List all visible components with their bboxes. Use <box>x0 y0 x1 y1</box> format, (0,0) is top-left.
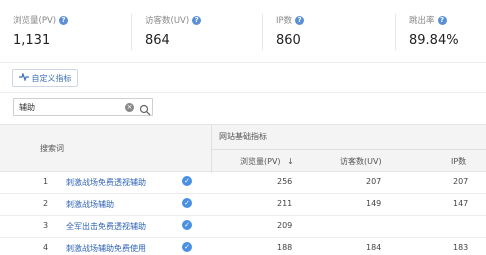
cell-uv: 149 <box>366 199 382 208</box>
divider <box>131 14 132 50</box>
table-row: 1 刺激战场免费透视辅助 ✓ 256 207 207 <box>0 172 486 194</box>
table-row: 4 刺激战场辅助免费使用 ✓ 188 184 183 <box>0 238 486 255</box>
table-header: 搜索词 网站基础指标 浏览量(PV) ↓ 访客数(UV) IP数 <box>0 124 486 173</box>
metric-label: 跳出率 <box>409 16 435 26</box>
divider <box>0 92 486 93</box>
metric-value: 864 <box>145 33 170 48</box>
group-header: 网站基础指标 <box>219 132 267 141</box>
column-pv[interactable]: 浏览量(PV) ↓ <box>240 156 294 167</box>
metric-bounce-rate: 跳出率? 89.84% <box>409 14 459 48</box>
row-index: 4 <box>43 243 49 252</box>
row-index: 1 <box>43 177 49 186</box>
divider <box>211 149 486 150</box>
cell-ip: 147 <box>453 199 469 208</box>
keyword-link[interactable]: 全军出击免费透视辅助 <box>66 221 146 232</box>
divider <box>0 62 486 63</box>
divider <box>395 14 396 50</box>
cell-uv: 184 <box>366 243 382 252</box>
keyword-link[interactable]: 刺激战场辅助 <box>66 199 114 210</box>
cell-pv: 209 <box>277 221 293 230</box>
custom-metrics-button[interactable]: 自定义指标 <box>12 69 78 87</box>
cell-pv: 211 <box>277 199 293 208</box>
help-icon[interactable]: ? <box>59 15 69 25</box>
metric-label: IP数 <box>276 16 293 26</box>
column-keyword: 搜索词 <box>40 144 64 153</box>
cell-ip: 183 <box>453 243 469 252</box>
keyword-link[interactable]: 刺激战场辅助免费使用 <box>66 243 146 254</box>
metrics-summary: 浏览量(PV)? 1,131 访客数(UV)? 864 IP数? 860 跳出率… <box>0 0 486 64</box>
pulse-icon <box>18 71 29 84</box>
column-ip[interactable]: IP数 <box>451 156 466 167</box>
check-icon: ✓ <box>182 242 192 252</box>
divider <box>262 14 263 50</box>
help-icon[interactable]: ? <box>295 15 305 25</box>
search-input[interactable]: 辅助 × <box>13 98 153 116</box>
table-row: 3 全军出击免费透视辅助 ✓ 209 <box>0 216 486 238</box>
search-icon[interactable] <box>139 101 151 116</box>
cell-pv: 256 <box>277 177 293 186</box>
metric-value: 860 <box>276 33 301 48</box>
metric-label: 访客数(UV) <box>145 16 190 26</box>
column-pv-label: 浏览量(PV) <box>240 157 281 166</box>
clear-icon[interactable]: × <box>125 103 134 112</box>
metric-pv: 浏览量(PV)? 1,131 <box>13 14 69 48</box>
metric-label: 浏览量(PV) <box>13 16 57 26</box>
metric-value: 1,131 <box>13 33 51 48</box>
check-icon: ✓ <box>182 176 192 186</box>
metric-uv: 访客数(UV)? 864 <box>145 14 202 48</box>
column-uv[interactable]: 访客数(UV) <box>340 156 382 167</box>
custom-metrics-label: 自定义指标 <box>31 73 72 83</box>
search-value[interactable]: 辅助 <box>19 102 35 113</box>
row-index: 2 <box>43 199 49 208</box>
help-icon[interactable]: ? <box>437 15 447 25</box>
row-index: 3 <box>43 221 49 230</box>
cell-pv: 188 <box>277 243 293 252</box>
sort-desc-icon[interactable]: ↓ <box>287 157 294 166</box>
cell-uv: 207 <box>366 177 382 186</box>
check-icon: ✓ <box>182 220 192 230</box>
cell-ip: 207 <box>453 177 469 186</box>
keyword-link[interactable]: 刺激战场免费透视辅助 <box>66 177 146 188</box>
table-row: 2 刺激战场辅助 ✓ 211 149 147 <box>0 194 486 216</box>
metric-value: 89.84% <box>409 33 459 48</box>
metric-ip: IP数? 860 <box>276 14 305 48</box>
check-icon: ✓ <box>182 198 192 208</box>
help-icon[interactable]: ? <box>192 15 202 25</box>
